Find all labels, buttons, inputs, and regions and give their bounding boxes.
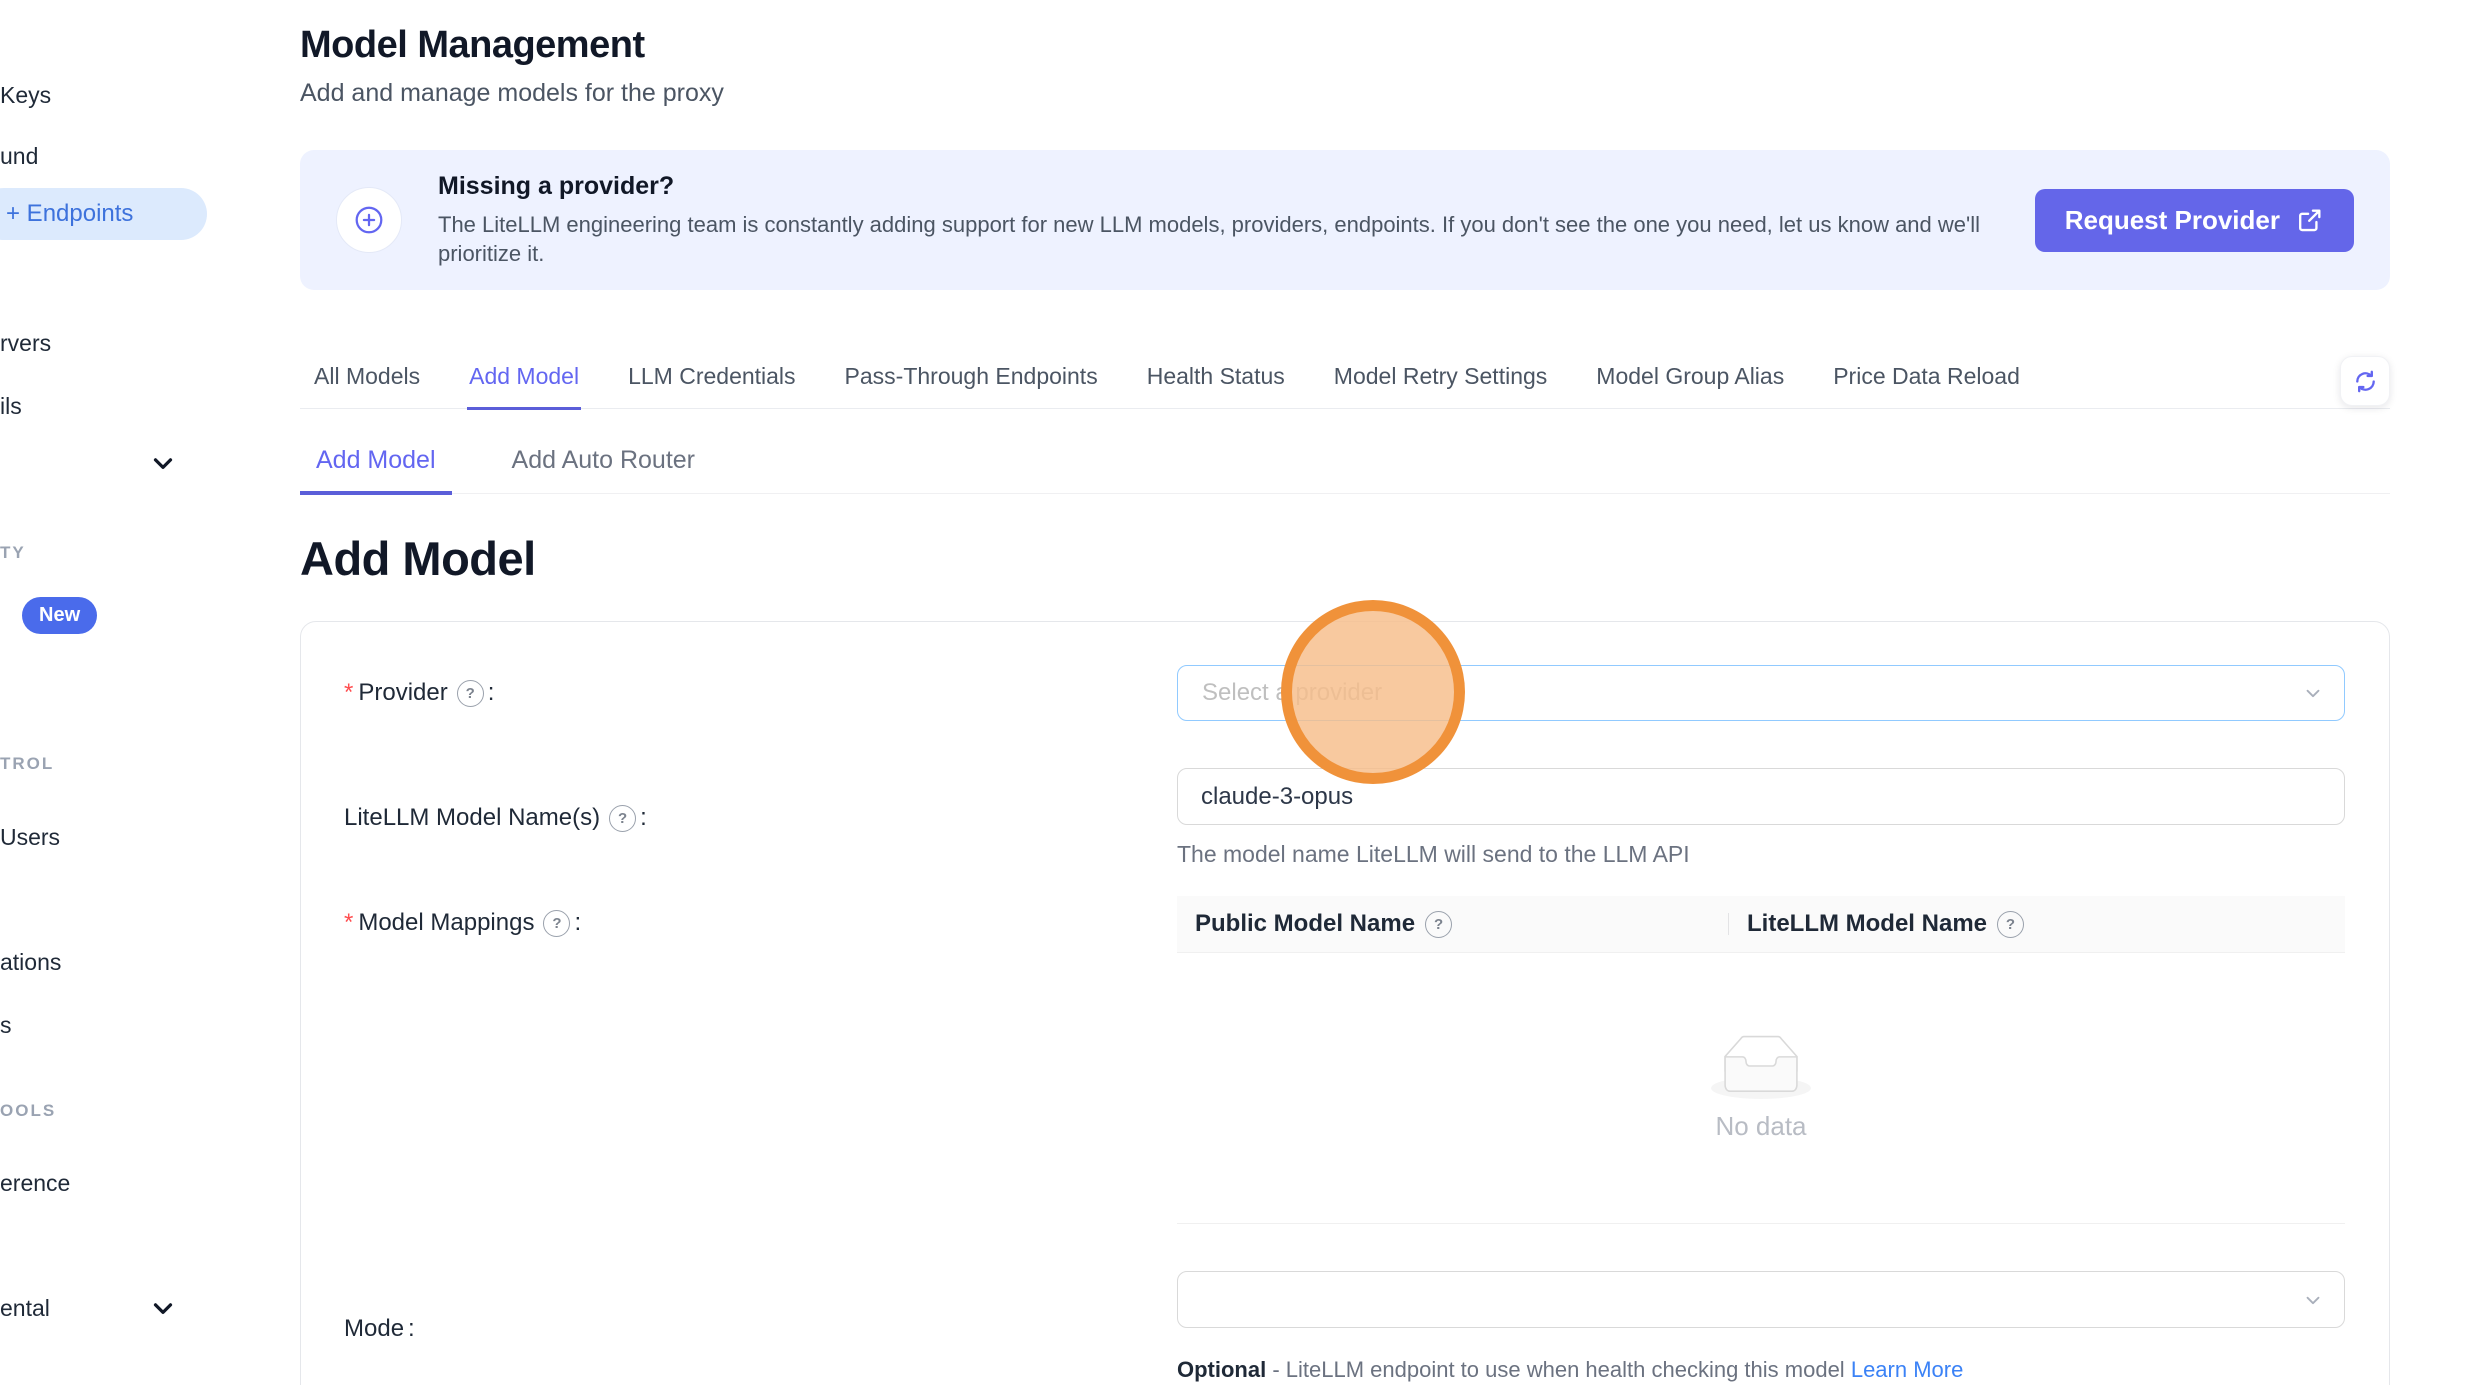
banner-text: Missing a provider? The LiteLLM engineer… <box>438 172 1998 268</box>
missing-provider-banner: Missing a provider? The LiteLLM engineer… <box>300 150 2390 290</box>
tab-bar: All Models Add Model LLM Credentials Pas… <box>300 362 2390 409</box>
no-data-text: No data <box>1715 1111 1806 1142</box>
model-mappings-row: * Model Mappings ? : Public Model Name ? <box>344 896 2345 1224</box>
subtab-bar: Add Model Add Auto Router <box>300 445 2390 494</box>
help-icon[interactable]: ? <box>609 805 636 832</box>
request-provider-button[interactable]: Request Provider <box>2035 189 2354 252</box>
new-badge: New <box>22 597 97 634</box>
sidebar-item-api-reference[interactable]: erence <box>0 1167 70 1199</box>
model-mappings-table: Public Model Name ? LiteLLM Model Name ? <box>1177 896 2345 1224</box>
model-name-label: LiteLLM Model Name(s) ? : <box>344 804 1177 832</box>
sidebar-item-label: + Endpoints <box>6 200 133 228</box>
plus-circle-icon <box>336 187 402 253</box>
label-colon: : <box>408 1315 415 1343</box>
banner-body: The LiteLLM engineering team is constant… <box>438 210 1998 268</box>
provider-label: * Provider ? : <box>344 679 1177 707</box>
sidebar-item-mcp-servers[interactable]: rvers <box>0 327 51 359</box>
sidebar-item-playground[interactable]: und <box>0 140 38 172</box>
provider-row: * Provider ? : Select a provider <box>344 665 2345 721</box>
refresh-button[interactable] <box>2340 356 2390 406</box>
label-colon: : <box>574 909 581 937</box>
model-name-input[interactable] <box>1177 768 2345 825</box>
subtab-add-auto-router[interactable]: Add Auto Router <box>496 445 711 495</box>
chevron-down-icon[interactable] <box>148 448 178 478</box>
provider-label-text: Provider <box>358 679 447 707</box>
sidebar-section-label: TY <box>0 543 26 563</box>
required-mark: * <box>344 679 353 707</box>
mode-label-text: Mode <box>344 1315 404 1343</box>
model-name-helper: The model name LiteLLM will send to the … <box>1177 841 2345 868</box>
sidebar-item-internal-users[interactable]: Users <box>0 821 60 853</box>
sidebar-item-models-endpoints[interactable]: + Endpoints <box>0 188 207 240</box>
app-window: Keys und + Endpoints rvers ils TY New TR… <box>0 0 2477 1385</box>
chevron-down-icon <box>2302 1289 2324 1311</box>
required-mark: * <box>344 909 353 937</box>
request-provider-label: Request Provider <box>2065 205 2280 236</box>
chevron-down-icon[interactable] <box>148 1293 178 1323</box>
refresh-icon <box>2352 368 2379 395</box>
chevron-down-icon <box>2302 682 2324 704</box>
model-name-row: LiteLLM Model Name(s) ? : The model name… <box>344 768 2345 868</box>
column-header-label: LiteLLM Model Name <box>1747 910 1987 938</box>
help-icon[interactable]: ? <box>1425 911 1452 938</box>
banner-title: Missing a provider? <box>438 172 1998 201</box>
provider-select-placeholder: Select a provider <box>1202 679 1382 707</box>
sidebar-section-label: OOLS <box>0 1101 56 1121</box>
table-empty-state: No data <box>1177 953 2345 1224</box>
sidebar-item-keys[interactable]: Keys <box>0 79 51 111</box>
sidebar: Keys und + Endpoints rvers ils TY New TR… <box>0 0 215 1385</box>
tab-health-status[interactable]: Health Status <box>1145 362 1287 410</box>
mode-row: Mode : Optional - LiteLLM endpoint to us… <box>344 1271 2345 1385</box>
column-header-public-model-name: Public Model Name ? <box>1177 896 1729 952</box>
sidebar-item-experimental[interactable]: ental <box>0 1292 50 1324</box>
label-colon: : <box>488 679 495 707</box>
table-header-row: Public Model Name ? LiteLLM Model Name ? <box>1177 896 2345 953</box>
column-header-label: Public Model Name <box>1195 910 1415 938</box>
sidebar-item-truncated[interactable]: s <box>0 1009 12 1041</box>
label-colon: : <box>640 804 647 832</box>
mode-select[interactable] <box>1177 1271 2345 1328</box>
tab-model-retry-settings[interactable]: Model Retry Settings <box>1332 362 1549 410</box>
subtab-add-model[interactable]: Add Model <box>300 445 452 495</box>
help-icon[interactable]: ? <box>1997 911 2024 938</box>
tab-model-group-alias[interactable]: Model Group Alias <box>1594 362 1786 410</box>
add-model-form-card: * Provider ? : Select a provider <box>300 621 2390 1385</box>
model-name-label-text: LiteLLM Model Name(s) <box>344 804 600 832</box>
help-icon[interactable]: ? <box>457 680 484 707</box>
page-subtitle: Add and manage models for the proxy <box>300 77 2390 109</box>
page-title: Model Management <box>300 22 2390 68</box>
tab-llm-credentials[interactable]: LLM Credentials <box>626 362 797 410</box>
empty-inbox-icon <box>1711 1035 1811 1099</box>
form-heading: Add Model <box>300 531 2390 587</box>
sidebar-item-guardrails[interactable]: ils <box>0 390 22 422</box>
model-mappings-label: * Model Mappings ? : <box>344 896 1177 937</box>
column-header-litellm-model-name: LiteLLM Model Name ? <box>1729 896 2345 952</box>
learn-more-link[interactable]: Learn More <box>1851 1357 1964 1382</box>
external-link-icon <box>2296 206 2324 234</box>
sidebar-item-organizations[interactable]: ations <box>0 946 61 978</box>
tab-price-data-reload[interactable]: Price Data Reload <box>1831 362 2022 410</box>
main-content: Model Management Add and manage models f… <box>300 0 2390 1385</box>
model-mappings-label-text: Model Mappings <box>358 909 534 937</box>
mode-helper-optional: Optional <box>1177 1357 1266 1382</box>
help-icon[interactable]: ? <box>543 910 570 937</box>
provider-select[interactable]: Select a provider <box>1177 665 2345 721</box>
tab-all-models[interactable]: All Models <box>312 362 422 410</box>
tab-add-model[interactable]: Add Model <box>467 362 581 410</box>
sidebar-section-label: TROL <box>0 754 54 774</box>
mode-helper-text: - LiteLLM endpoint to use when health ch… <box>1272 1357 1844 1382</box>
mode-helper: Optional - LiteLLM endpoint to use when … <box>1177 1353 1987 1385</box>
mode-label: Mode : <box>344 1315 1177 1343</box>
tab-pass-through-endpoints[interactable]: Pass-Through Endpoints <box>843 362 1100 410</box>
